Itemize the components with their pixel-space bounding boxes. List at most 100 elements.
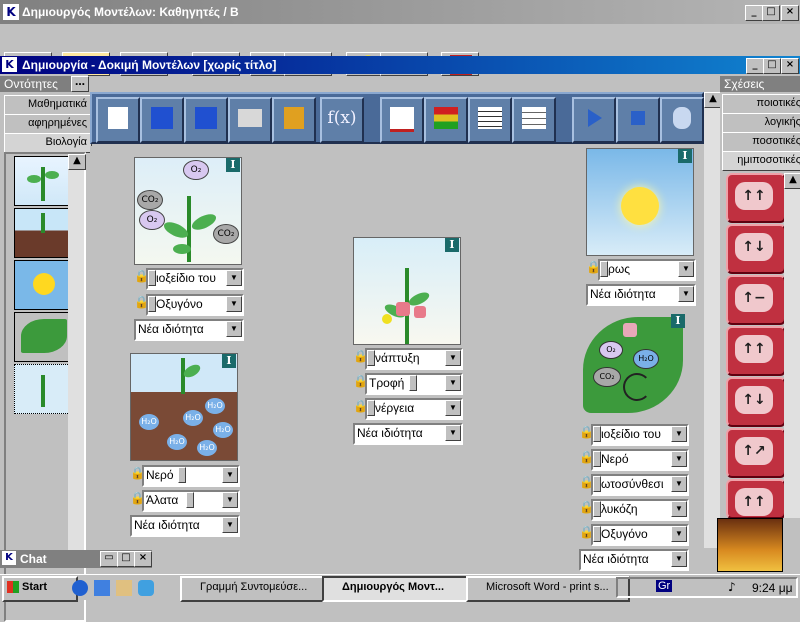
property-field[interactable]: Άλατα ▼: [142, 490, 240, 512]
window-minimize-button[interactable]: _: [746, 58, 764, 74]
lock-icon[interactable]: 🔒: [130, 465, 145, 481]
property-field[interactable]: ωτοσύνθεσι ▼: [591, 474, 689, 496]
outlook-icon[interactable]: [94, 580, 110, 596]
new-property-field[interactable]: Νέα ιδιότητα ▼: [586, 284, 696, 306]
property-slider[interactable]: [148, 296, 156, 312]
info-badge[interactable]: I: [671, 314, 685, 328]
chat-maximize-button[interactable]: □: [117, 551, 135, 567]
dropdown-arrow-icon[interactable]: ▼: [445, 400, 461, 416]
chat-restore-button[interactable]: ▭: [100, 551, 118, 567]
tab-biology[interactable]: Βιολογία: [4, 133, 92, 153]
property-slider[interactable]: [409, 375, 417, 391]
thumb-plant-air[interactable]: [14, 156, 74, 206]
list-button[interactable]: [512, 97, 556, 143]
tab-quantitative[interactable]: ποσοτικές: [722, 132, 800, 152]
dropdown-arrow-icon[interactable]: ▼: [222, 492, 238, 508]
chat-titlebar[interactable]: K Chat ▭ □ ×: [0, 550, 152, 568]
relation-button[interactable]: ↑↗: [726, 428, 786, 478]
new-page-button[interactable]: [96, 97, 140, 143]
plant-soil-card[interactable]: H₂O H₂O H₂O H₂O H₂O H₂O: [130, 353, 238, 461]
lock-icon[interactable]: 🔒: [579, 424, 594, 440]
task-shortcut-bar[interactable]: Γραμμή Συντομεύσε...: [180, 576, 340, 602]
property-field[interactable]: Τροφή ▼: [365, 373, 463, 395]
dropdown-arrow-icon[interactable]: ▼: [226, 296, 242, 312]
volume-icon[interactable]: ♪: [728, 580, 736, 594]
lock-icon[interactable]: 🔒: [579, 449, 594, 465]
dropdown-arrow-icon[interactable]: ▼: [678, 286, 694, 302]
tab-qualitative[interactable]: ποιοτικές: [722, 94, 800, 114]
property-field[interactable]: Οξυγόνο ▼: [591, 524, 689, 546]
stop-button[interactable]: [616, 97, 660, 143]
graph-button[interactable]: [380, 97, 424, 143]
new-property-field[interactable]: Νέα ιδιότητα ▼: [353, 423, 463, 445]
property-field[interactable]: Οξυγόνο ▼: [146, 294, 244, 316]
tab-logic[interactable]: λογικής: [722, 113, 800, 133]
property-slider[interactable]: [593, 451, 601, 467]
lock-icon[interactable]: 🔒: [579, 474, 594, 490]
dropdown-arrow-icon[interactable]: ▼: [671, 451, 687, 467]
window-maximize-button[interactable]: □: [763, 58, 781, 74]
property-field[interactable]: ιοξείδιο του ▼: [591, 424, 689, 446]
task-word[interactable]: Microsoft Word - print s...: [466, 576, 630, 602]
lock-icon[interactable]: 🔒: [134, 268, 149, 284]
dropdown-arrow-icon[interactable]: ▼: [671, 476, 687, 492]
table-button[interactable]: [468, 97, 512, 143]
lock-icon[interactable]: 🔒: [353, 398, 368, 414]
dropdown-arrow-icon[interactable]: ▼: [445, 425, 461, 441]
lock-icon[interactable]: 🔒: [353, 373, 368, 389]
new-property-field[interactable]: Νέα ιδιότητα ▼: [134, 319, 244, 341]
canvas-scrollbar[interactable]: ▲: [704, 92, 722, 548]
property-field[interactable]: ιοξείδιο του ▼: [146, 268, 244, 290]
relation-button[interactable]: ↑↑: [726, 326, 786, 376]
start-button[interactable]: Start: [2, 576, 78, 602]
entities-menu-button[interactable]: …: [71, 76, 89, 92]
thumb-scrollbar[interactable]: ▲: [68, 154, 86, 554]
dropdown-arrow-icon[interactable]: ▼: [222, 467, 238, 483]
print-button[interactable]: [228, 97, 272, 143]
dropdown-arrow-icon[interactable]: ▼: [671, 501, 687, 517]
property-slider[interactable]: [367, 350, 375, 366]
tab-mathematics[interactable]: Μαθηματικά: [4, 95, 92, 115]
property-slider[interactable]: [178, 467, 186, 483]
function-button[interactable]: f(x): [320, 97, 364, 143]
property-field[interactable]: ρως ▼: [598, 259, 696, 281]
property-slider[interactable]: [593, 476, 601, 492]
lock-icon[interactable]: 🔒: [353, 348, 368, 364]
dropdown-arrow-icon[interactable]: ▼: [226, 270, 242, 286]
property-slider[interactable]: [600, 261, 608, 277]
scroll-up-button[interactable]: ▲: [68, 154, 86, 170]
tab-abstract[interactable]: αφηρημένες: [4, 114, 92, 134]
dropdown-arrow-icon[interactable]: ▼: [445, 375, 461, 391]
thumb-sun[interactable]: [14, 260, 74, 310]
info-badge[interactable]: I: [226, 158, 240, 172]
relation-button[interactable]: ↑↑: [726, 173, 786, 223]
plant-flower-card[interactable]: [353, 237, 461, 345]
thumb-plant-small[interactable]: [14, 364, 74, 414]
property-slider[interactable]: [593, 426, 601, 442]
lock-icon[interactable]: 🔒: [579, 499, 594, 515]
plant-air-card[interactable]: O₂ CO₂ O₂ CO₂: [134, 157, 242, 265]
lock-icon[interactable]: 🔒: [586, 259, 601, 275]
property-field[interactable]: νάπτυξη ▼: [365, 348, 463, 370]
property-field[interactable]: νέργεια ▼: [365, 398, 463, 420]
chat-close-button[interactable]: ×: [134, 551, 152, 567]
property-field[interactable]: Νερό ▼: [142, 465, 240, 487]
relations-scrollbar[interactable]: ▲: [784, 173, 800, 518]
lock-icon[interactable]: 🔒: [579, 524, 594, 540]
dropdown-arrow-icon[interactable]: ▼: [678, 261, 694, 277]
step-button[interactable]: [660, 97, 704, 143]
maximize-button[interactable]: □: [762, 5, 780, 21]
property-field[interactable]: λυκόζη ▼: [591, 499, 689, 521]
window-close-button[interactable]: ×: [781, 58, 799, 74]
info-badge[interactable]: I: [445, 238, 459, 252]
relation-button[interactable]: ↑−: [726, 275, 786, 325]
dropdown-arrow-icon[interactable]: ▼: [671, 526, 687, 542]
minimize-button[interactable]: _: [745, 5, 763, 21]
thumb-plant-soil[interactable]: [14, 208, 74, 258]
media-icon[interactable]: [138, 580, 154, 596]
relation-button[interactable]: ↑↑: [726, 479, 786, 519]
dropdown-arrow-icon[interactable]: ▼: [671, 551, 687, 567]
relations-scroll-up[interactable]: ▲: [784, 173, 800, 189]
save-down-button[interactable]: [140, 97, 184, 143]
save-up-button[interactable]: [184, 97, 228, 143]
